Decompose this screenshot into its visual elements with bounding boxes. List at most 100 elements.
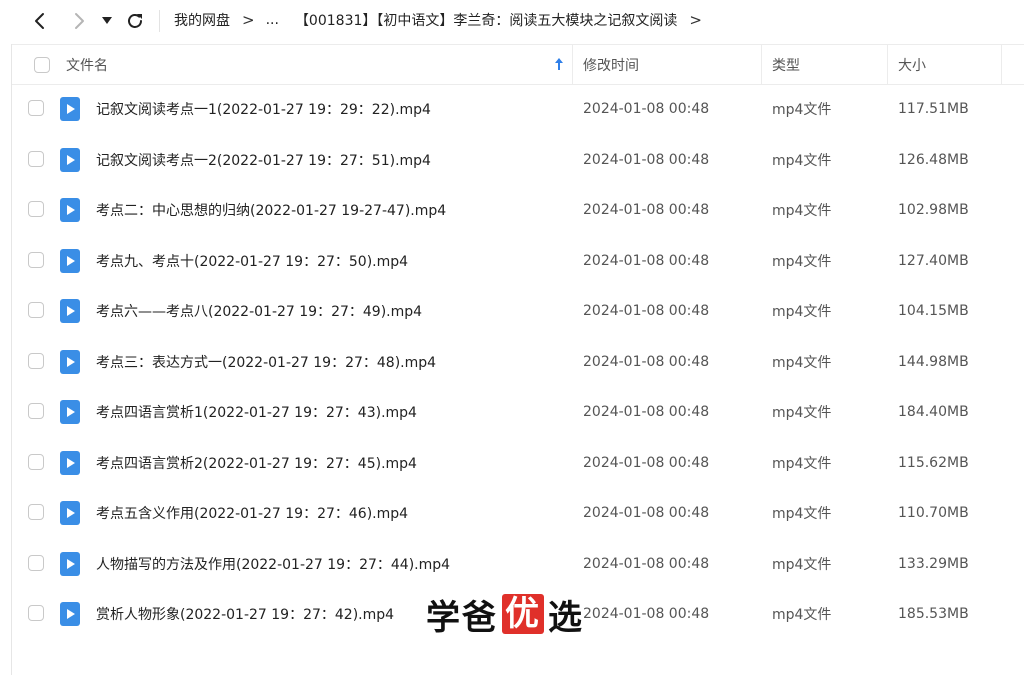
file-name[interactable]: 考点四语言赏析2(2022-01-27 19：27：45).mp4 [96, 438, 417, 488]
file-type: mp4文件 [772, 506, 832, 522]
video-file-icon [60, 400, 80, 424]
file-name[interactable]: 考点五含义作用(2022-01-27 19：27：46).mp4 [96, 488, 408, 538]
video-file-icon [60, 198, 80, 222]
breadcrumb-separator-icon: > [242, 11, 255, 29]
file-name[interactable]: 考点二：中心思想的归纳(2022-01-27 19-27-47).mp4 [96, 185, 446, 235]
file-mtime: 2024-01-08 00:48 [583, 202, 710, 218]
column-divider[interactable] [572, 45, 573, 84]
file-name[interactable]: 记叙文阅读考点一1(2022-01-27 19：29：22).mp4 [96, 84, 431, 134]
column-header-mtime[interactable]: 修改时间 [583, 45, 639, 84]
breadcrumb-expand-icon[interactable]: > [689, 11, 702, 29]
forward-button[interactable] [67, 9, 91, 33]
file-size: 115.62MB [898, 454, 969, 471]
file-row[interactable]: 考点九、考点十(2022-01-27 19：27：50).mp4 2024-01… [12, 236, 1024, 287]
video-file-icon [60, 97, 80, 121]
column-header-type[interactable]: 类型 [772, 45, 800, 84]
file-type: mp4文件 [772, 203, 832, 219]
file-row[interactable]: 考点四语言赏析1(2022-01-27 19：27：43).mp4 2024-0… [12, 387, 1024, 438]
file-size: 184.40MB [898, 404, 969, 420]
file-size: 104.15MB [898, 303, 969, 319]
file-row[interactable]: 考点三：表达方式一(2022-01-27 19：27：48).mp4 2024-… [12, 337, 1024, 388]
file-type: mp4文件 [772, 152, 832, 169]
breadcrumb-root[interactable]: 我的网盘 [174, 10, 230, 30]
file-type: mp4文件 [772, 556, 832, 573]
file-name[interactable]: 赏析人物形象(2022-01-27 19：27：42).mp4 [96, 589, 394, 639]
video-file-icon [60, 501, 80, 525]
file-mtime: 2024-01-08 00:48 [583, 606, 710, 622]
column-divider[interactable] [761, 45, 762, 84]
chevron-left-icon [35, 13, 44, 29]
file-type: mp4文件 [772, 253, 832, 270]
row-checkbox[interactable] [28, 302, 44, 318]
video-file-icon [60, 450, 80, 475]
file-list: 记叙文阅读考点一1(2022-01-27 19：29：22).mp4 2024-… [12, 84, 1024, 640]
file-name[interactable]: 记叙文阅读考点一2(2022-01-27 19：27：51).mp4 [96, 135, 431, 185]
row-checkbox[interactable] [28, 352, 44, 369]
row-checkbox[interactable] [28, 403, 44, 419]
chevron-right-icon [75, 13, 84, 29]
file-size: 127.40MB [898, 252, 969, 269]
file-row[interactable]: 考点四语言赏析2(2022-01-27 19：27：45).mp4 2024-0… [12, 438, 1024, 489]
file-mtime: 2024-01-08 00:48 [583, 151, 710, 168]
file-size: 117.51MB [898, 101, 969, 117]
file-row[interactable]: 记叙文阅读考点一1(2022-01-27 19：29：22).mp4 2024-… [12, 84, 1024, 135]
file-size: 133.29MB [898, 555, 969, 572]
file-size: 102.98MB [898, 202, 969, 218]
watermark-logo: 学爸 优 选 [426, 594, 584, 638]
select-all-checkbox[interactable] [34, 56, 50, 73]
history-dropdown-button[interactable] [97, 9, 117, 33]
row-checkbox[interactable] [28, 504, 44, 520]
watermark-text-part1: 学爸 [426, 597, 498, 638]
file-name[interactable]: 考点四语言赏析1(2022-01-27 19：27：43).mp4 [96, 387, 417, 437]
refresh-icon [128, 14, 142, 28]
file-name[interactable]: 人物描写的方法及作用(2022-01-27 19：27：44).mp4 [96, 539, 450, 589]
file-mtime: 2024-01-08 00:48 [583, 353, 710, 370]
file-mtime: 2024-01-08 00:48 [583, 404, 710, 420]
breadcrumb-ellipsis[interactable]: ... [266, 12, 279, 28]
file-row[interactable]: 考点二：中心思想的归纳(2022-01-27 19-27-47).mp4 202… [12, 185, 1024, 236]
row-checkbox[interactable] [28, 605, 44, 621]
video-file-icon [60, 299, 80, 323]
video-file-icon [60, 147, 80, 172]
file-type: mp4文件 [772, 102, 832, 118]
file-name[interactable]: 考点三：表达方式一(2022-01-27 19：27：48).mp4 [96, 337, 436, 387]
file-type: mp4文件 [772, 405, 832, 421]
row-checkbox[interactable] [28, 554, 44, 571]
file-type: mp4文件 [772, 354, 832, 371]
file-mtime: 2024-01-08 00:48 [583, 454, 710, 471]
row-checkbox[interactable] [28, 100, 44, 116]
watermark-highlight: 优 [502, 594, 544, 634]
refresh-button[interactable] [123, 9, 147, 33]
file-row[interactable]: 人物描写的方法及作用(2022-01-27 19：27：44).mp4 2024… [12, 539, 1024, 590]
file-size: 126.48MB [898, 151, 969, 168]
video-file-icon [60, 248, 80, 273]
file-row[interactable]: 考点五含义作用(2022-01-27 19：27：46).mp4 2024-01… [12, 488, 1024, 539]
select-all-checkbox-cell[interactable] [34, 45, 50, 84]
column-header-size[interactable]: 大小 [898, 45, 926, 84]
file-size: 110.70MB [898, 505, 969, 521]
file-name[interactable]: 考点六——考点八(2022-01-27 19：27：49).mp4 [96, 286, 422, 336]
file-size: 144.98MB [898, 353, 969, 370]
column-divider[interactable] [887, 45, 888, 84]
row-checkbox[interactable] [28, 201, 44, 217]
toolbar-divider [159, 10, 160, 32]
caret-down-icon [102, 17, 112, 24]
row-checkbox[interactable] [28, 453, 44, 470]
file-size: 185.53MB [898, 606, 969, 622]
row-checkbox[interactable] [28, 251, 44, 268]
file-list-header: 文件名 修改时间 类型 大小 [12, 44, 1024, 85]
breadcrumb: 我的网盘 > ... 【001831】【初中语文】李兰奇：阅读五大模块之记叙文阅… [174, 0, 713, 40]
watermark-text-part2: 选 [548, 597, 584, 638]
breadcrumb-current-folder[interactable]: 【001831】【初中语文】李兰奇：阅读五大模块之记叙文阅读 [295, 10, 677, 30]
file-mtime: 2024-01-08 00:48 [583, 303, 710, 319]
file-mtime: 2024-01-08 00:48 [583, 101, 710, 117]
sort-ascending-icon[interactable] [554, 57, 564, 71]
row-checkbox[interactable] [28, 150, 44, 167]
file-row[interactable]: 考点六——考点八(2022-01-27 19：27：49).mp4 2024-0… [12, 286, 1024, 337]
file-row[interactable]: 记叙文阅读考点一2(2022-01-27 19：27：51).mp4 2024-… [12, 135, 1024, 186]
file-name[interactable]: 考点九、考点十(2022-01-27 19：27：50).mp4 [96, 236, 408, 286]
file-type: mp4文件 [772, 304, 832, 320]
back-button[interactable] [28, 9, 52, 33]
column-divider[interactable] [1001, 45, 1002, 84]
column-header-name[interactable]: 文件名 [66, 45, 108, 84]
